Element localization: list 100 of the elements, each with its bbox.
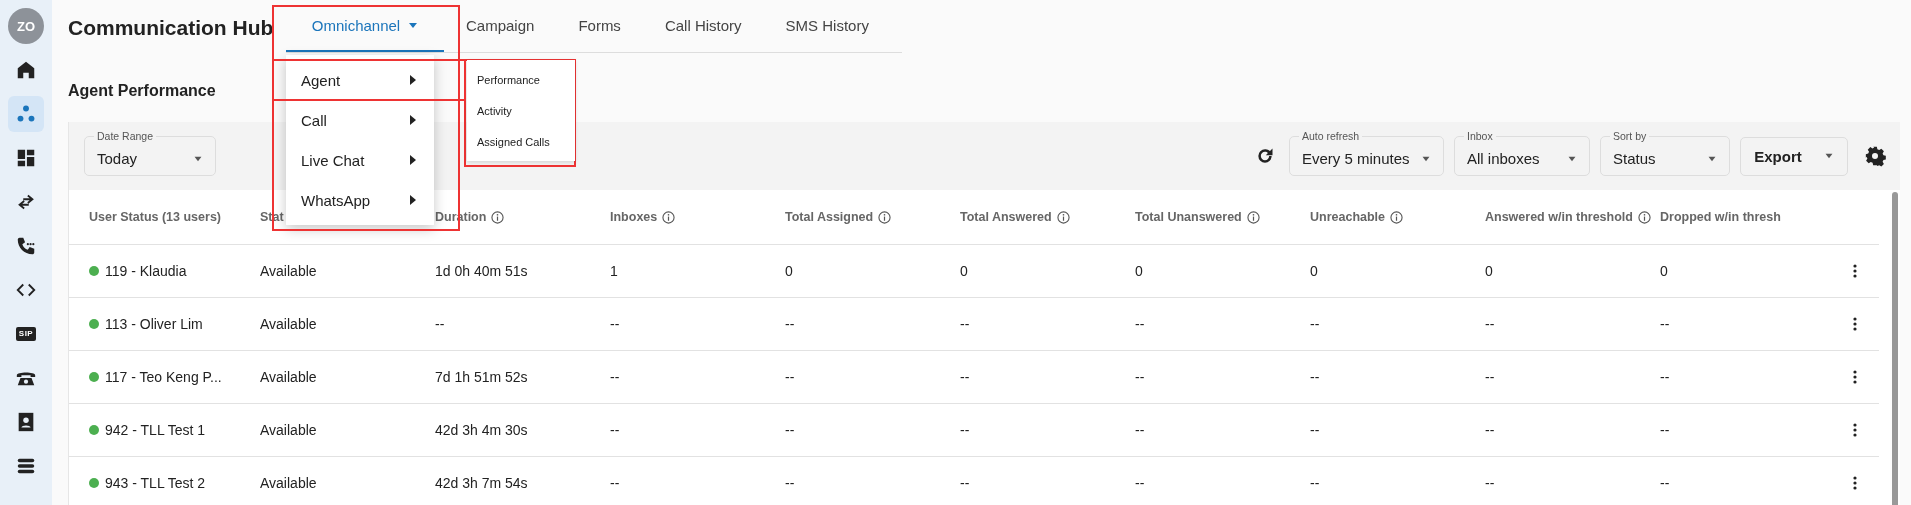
sort-by-select[interactable]: Sort by Status (1600, 130, 1730, 176)
more-icon[interactable] (1853, 423, 1857, 437)
table-cell: -- (1485, 316, 1495, 332)
table-cell: -- (1310, 369, 1320, 385)
tab[interactable]: Omnichannel (286, 0, 444, 52)
table-cell: 0 (785, 263, 793, 279)
table-cell: 0 (1660, 263, 1668, 279)
caret-icon (1707, 155, 1717, 162)
dashboard-icon[interactable] (15, 147, 37, 169)
table-cell: -- (1485, 369, 1495, 385)
column-header: Dropped w/in thresh (1660, 210, 1781, 224)
menu-item[interactable]: Live Chat (286, 140, 434, 180)
table-cell: 7d 1h 51m 52s (435, 369, 528, 385)
table-cell: -- (960, 422, 970, 438)
home-icon[interactable] (15, 59, 37, 81)
tab[interactable]: Forms (556, 0, 643, 52)
submenu-item[interactable]: Assigned Calls (467, 126, 575, 157)
table-cell: -- (785, 475, 795, 491)
table-cell: -- (1135, 422, 1145, 438)
table-cell: -- (610, 369, 620, 385)
menu-item[interactable]: Agent (286, 60, 434, 100)
table-cell: Available (260, 263, 317, 279)
caret-icon (193, 155, 203, 162)
submenu-arrow-icon (410, 115, 416, 125)
info-icon[interactable] (491, 210, 505, 224)
submenu-item[interactable]: Performance (467, 64, 575, 95)
more-icon[interactable] (1853, 370, 1857, 384)
table-cell: 0 (1485, 263, 1493, 279)
table-cell: Available (260, 422, 317, 438)
table-cell: 42d 3h 7m 54s (435, 475, 528, 491)
page-title: Agent Performance (68, 82, 216, 100)
table-cell: Available (260, 369, 317, 385)
table-cell: 0 (1135, 263, 1143, 279)
table-cell: -- (610, 422, 620, 438)
more-icon[interactable] (1853, 476, 1857, 490)
table-cell: -- (785, 369, 795, 385)
table-cell: -- (960, 369, 970, 385)
table-cell: 0 (960, 263, 968, 279)
table-cell: -- (1485, 475, 1495, 491)
submenu-arrow-icon (410, 75, 416, 85)
sip-badge-icon[interactable]: SIP (15, 327, 37, 341)
table-cell: 42d 3h 4m 30s (435, 422, 528, 438)
table-cell: 942 - TLL Test 1 (105, 422, 206, 438)
table-cell: 0 (1310, 263, 1318, 279)
table-cell: 113 - Oliver Lim (105, 316, 203, 332)
column-header: Unreachable (1310, 210, 1386, 224)
info-icon[interactable] (1056, 210, 1070, 224)
table-cell: -- (1485, 422, 1495, 438)
table-cell: 119 - Klaudia (105, 263, 187, 279)
table-cell: -- (1135, 369, 1145, 385)
info-icon[interactable] (878, 210, 892, 224)
table-cell: -- (435, 316, 445, 332)
table-cell: -- (1135, 475, 1145, 491)
table-cell: -- (960, 475, 970, 491)
table-cell: -- (610, 316, 620, 332)
three-dots-icon[interactable] (15, 103, 37, 125)
info-icon[interactable] (1637, 210, 1651, 224)
caret-icon (1823, 153, 1834, 159)
tab[interactable]: SMS History (763, 0, 891, 52)
tab[interactable]: Campaign (444, 0, 557, 52)
refresh-icon[interactable] (1255, 146, 1275, 166)
table-cell: -- (1660, 316, 1670, 332)
export-button[interactable]: Export (1740, 136, 1848, 176)
table-cell: 117 - Teo Keng P... (105, 369, 222, 385)
settings-icon[interactable] (1864, 145, 1886, 167)
more-icon[interactable] (1853, 317, 1857, 331)
table-cell: 1d 0h 40m 51s (435, 263, 528, 279)
table-cell: -- (1660, 369, 1670, 385)
auto-refresh-select[interactable]: Auto refresh Every 5 minutes (1289, 130, 1444, 176)
table-cell: -- (960, 316, 970, 332)
more-icon[interactable] (1853, 264, 1857, 278)
caret-icon (1567, 155, 1577, 162)
table-cell: -- (1310, 422, 1320, 438)
table-cell: -- (1310, 316, 1320, 332)
page-header-title: Communication Hub (68, 15, 275, 41)
submenu-arrow-icon (410, 155, 416, 165)
caret-icon (408, 21, 419, 29)
table-cell: Available (260, 475, 317, 491)
column-header: Total Answered (960, 210, 1052, 224)
info-icon[interactable] (662, 210, 676, 224)
info-icon[interactable] (1390, 210, 1404, 224)
inbox-select[interactable]: Inbox All inboxes (1454, 130, 1590, 176)
column-header: Answered w/in threshold (1485, 210, 1633, 224)
table-cell: -- (1660, 475, 1670, 491)
info-icon[interactable] (1246, 210, 1260, 224)
tab[interactable]: Call History (642, 0, 764, 52)
scrollbar[interactable] (1892, 192, 1898, 505)
table-cell: -- (785, 316, 795, 332)
phone-icon[interactable] (15, 235, 37, 257)
menu-item[interactable]: WhatsApp (286, 180, 434, 220)
table-cell: -- (1135, 316, 1145, 332)
column-header: Inboxes (610, 210, 658, 224)
table-cell: -- (1660, 422, 1670, 438)
column-header: User Status (13 users) (89, 210, 221, 224)
column-header: Total Unanswered (1135, 210, 1242, 224)
menu-item[interactable]: Call (286, 100, 434, 140)
submenu-item[interactable]: Activity (467, 95, 575, 126)
column-header: Total Assigned (785, 210, 874, 224)
date-range-select[interactable]: Date Range Today (84, 130, 216, 176)
table-cell: -- (785, 422, 795, 438)
